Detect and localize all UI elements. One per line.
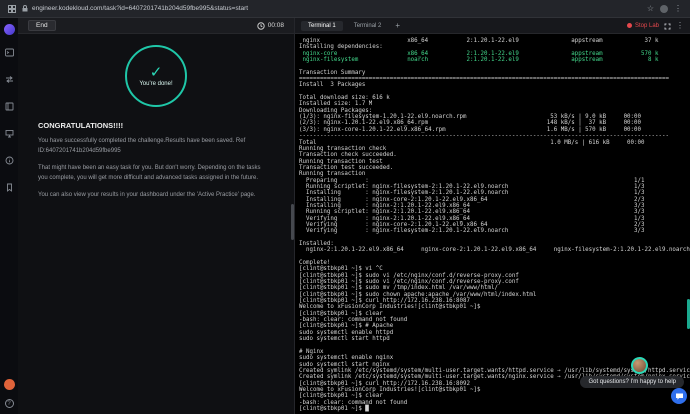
terminal-tab[interactable]: Terminal 2 xyxy=(347,21,389,31)
kodekloud-logo[interactable] xyxy=(4,24,15,35)
terminal-output[interactable]: nginx x86_64 2:1.20.1-22.el9 appstream 3… xyxy=(295,34,690,414)
browser-chrome: engineer.kodekloud.com/task?id=640720174… xyxy=(0,0,690,18)
end-button[interactable]: End xyxy=(28,20,56,31)
task-panel-body: ✓ You're done! CONGRATULATIONS!!!! You h… xyxy=(18,45,294,201)
congrats-heading: CONGRATULATIONS!!!! xyxy=(38,121,294,130)
chat-button[interactable] xyxy=(671,388,687,404)
terminal-line: Installing : nginx-core-2:1.20.1-22.el9.… xyxy=(299,197,690,203)
done-badge-label: You're done! xyxy=(139,81,172,87)
chat-tooltip: Got questions? I'm happy to help xyxy=(580,376,684,388)
monitor-icon[interactable] xyxy=(5,125,14,143)
timer-value: 00:08 xyxy=(268,22,284,29)
app-sidebar: ? xyxy=(0,18,18,414)
fullscreen-icon[interactable] xyxy=(664,17,671,35)
terminal-line: Preparing : 1/1 xyxy=(299,178,690,184)
bookmark-icon[interactable] xyxy=(5,179,14,197)
user-avatar[interactable] xyxy=(4,379,15,390)
book-icon[interactable] xyxy=(5,98,14,116)
lock-icon xyxy=(22,5,28,12)
stop-lab-label: Stop Lab xyxy=(635,23,659,29)
add-tab-button[interactable]: + xyxy=(393,22,402,30)
done-badge: ✓ You're done! xyxy=(125,45,187,107)
help-icon[interactable]: ? xyxy=(5,399,14,408)
terminal-line: ----------------------------------------… xyxy=(299,133,690,139)
swap-arrows-icon[interactable] xyxy=(5,71,14,89)
terminal-header: Terminal 1 Terminal 2 + Stop Lab ⋮ xyxy=(295,18,690,34)
terminal-tab[interactable]: Terminal 1 xyxy=(301,21,343,31)
terminal-line: nginx-2:1.20.1-22.el9.x86_64 nginx-core-… xyxy=(299,247,690,253)
task-panel-scrollbar[interactable] xyxy=(291,204,294,240)
screen: engineer.kodekloud.com/task?id=640720174… xyxy=(0,0,690,414)
terminal-menu-icon[interactable]: ⋮ xyxy=(676,22,684,30)
address-bar[interactable]: engineer.kodekloud.com/task?id=640720174… xyxy=(22,5,641,12)
terminal-panel: Terminal 1 Terminal 2 + Stop Lab ⋮ nginx … xyxy=(295,18,690,414)
info-icon[interactable] xyxy=(5,152,14,170)
terminal-line: nginx-filesystem noarch 2:1.20.1-22.el9 … xyxy=(299,57,690,63)
stop-lab-button[interactable]: Stop Lab xyxy=(627,23,659,29)
dashboard-paragraph: You can also view your results in your d… xyxy=(38,191,264,201)
info-paragraph: That might have been an easy task for yo… xyxy=(38,164,264,183)
terminal-line: (2/3): nginx-1.20.1-22.el9.x86_64.rpm 14… xyxy=(299,120,690,126)
terminal-line: [clint@stbkp01 ~]$ █ xyxy=(299,406,690,412)
url-text: engineer.kodekloud.com/task?id=640720174… xyxy=(32,5,248,12)
stop-icon xyxy=(627,23,632,28)
terminal-line: Total 1.0 MB/s | 616 kB 00:00 xyxy=(299,140,690,146)
terminal-icon[interactable] xyxy=(5,44,14,62)
browser-profile-avatar[interactable] xyxy=(660,5,668,13)
check-icon: ✓ xyxy=(150,65,163,80)
browser-menu-icon[interactable]: ⋮ xyxy=(674,5,682,13)
app-grid-icon[interactable] xyxy=(8,5,16,13)
result-paragraph: You have successfully completed the chal… xyxy=(38,137,264,156)
task-panel-header: End 00:08 xyxy=(18,18,294,34)
session-timer: 00:08 xyxy=(257,22,284,30)
terminal-line: Installing : nginx-filesystem-2:1.20.1-2… xyxy=(299,190,690,196)
task-panel: End 00:08 ✓ You're done! CONGRATULATIONS… xyxy=(18,18,295,414)
clock-icon xyxy=(257,22,265,30)
terminal-line: Running scriptlet: nginx-2:1.20.1-22.el9… xyxy=(299,209,690,215)
support-agent-avatar[interactable] xyxy=(631,357,648,374)
app-area: ? End 00:08 ✓ You're done! CONGRATULATIO… xyxy=(0,18,690,414)
terminal-line: Verifying : nginx-filesystem-2:1.20.1-22… xyxy=(299,228,690,234)
bookmark-star-icon[interactable]: ☆ xyxy=(647,5,654,13)
terminal-tabs: Terminal 1 Terminal 2 xyxy=(301,21,388,31)
